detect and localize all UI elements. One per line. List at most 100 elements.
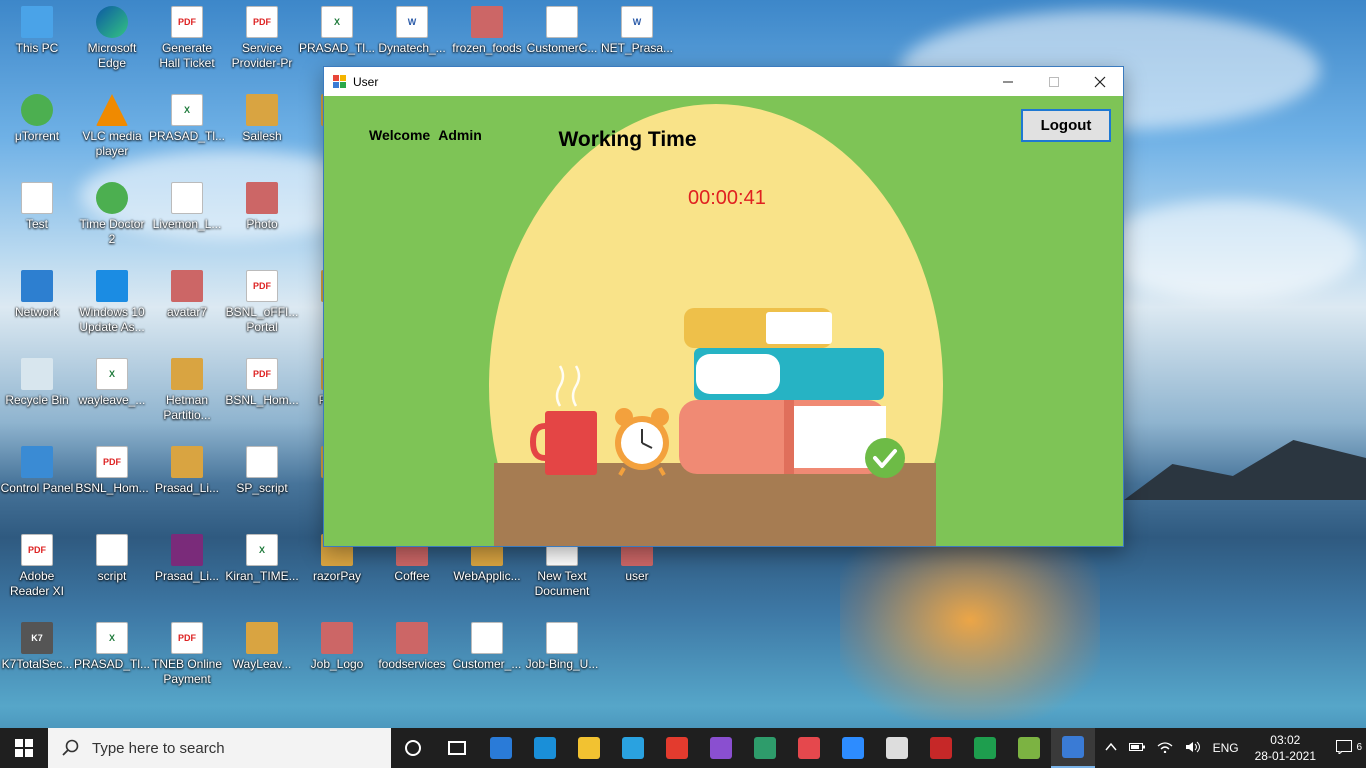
visual-studio-icon[interactable]	[699, 728, 743, 768]
app-icon[interactable]	[1007, 728, 1051, 768]
desktop-icon-label: Customer_...	[452, 657, 522, 671]
desktop-icon[interactable]: PDF TNEB Online Payment	[150, 616, 224, 700]
edge-icon[interactable]	[523, 728, 567, 768]
show-hidden-icons-button[interactable]	[1099, 741, 1123, 755]
desktop-icon-label: razorPay	[312, 569, 362, 583]
desktop-icon[interactable]: WayLeav...	[225, 616, 299, 700]
volume-icon[interactable]	[1179, 741, 1207, 756]
window-client-area: Welcome Admin Working Time 00:00:41 Logo…	[324, 96, 1123, 546]
desktop-icon[interactable]: Job-Bing_U...	[525, 616, 599, 700]
desktop-icon-label: Kiran_TIME...	[225, 569, 299, 583]
app-icon[interactable]	[919, 728, 963, 768]
desktop-icon[interactable]: X Kiran_TIME...	[225, 528, 299, 612]
desktop-icon[interactable]: script	[75, 528, 149, 612]
desktop-icon[interactable]: Xwayleave_...	[75, 352, 149, 436]
close-button[interactable]	[1077, 67, 1123, 96]
desktop-icon-label: Generate Hall Ticket	[159, 41, 215, 70]
desktop-icon[interactable]: Prasad_Li...	[150, 528, 224, 612]
search-icon	[62, 739, 79, 756]
desktop-icon[interactable]: PDF BSNL_Hom...	[75, 440, 149, 524]
desktop-icon[interactable]: avatar7	[150, 264, 224, 348]
desktop-icon-label: Prasad_Li...	[154, 569, 220, 583]
vlc-file-icon	[96, 94, 128, 126]
app-window[interactable]: User Welcome Admin Working Time 00:00:41…	[323, 66, 1124, 547]
desktop-icon[interactable]: This PC	[0, 0, 74, 84]
battery-icon[interactable]	[1123, 741, 1151, 755]
desktop-icon[interactable]: Prasad_Li...	[150, 440, 224, 524]
desktop-icon[interactable]: X PRASAD_Tl...	[148, 88, 226, 172]
desktop-icon[interactable]: VLC media player	[75, 88, 149, 172]
gen-file-icon	[246, 94, 278, 126]
desktop-icon[interactable]: Sailesh	[225, 88, 299, 172]
desktop-icon-label: VLC media player	[82, 129, 142, 158]
time-doctor-icon[interactable]	[787, 728, 831, 768]
task-view-icon[interactable]	[435, 728, 479, 768]
desktop-icon[interactable]: Photo	[225, 176, 299, 260]
desktop-icon[interactable]: Windows 10 Update As...	[75, 264, 149, 348]
desktop-icon[interactable]: PDF Adobe Reader XI	[0, 528, 74, 612]
user-app-icon[interactable]	[1051, 728, 1095, 768]
desktop-icon[interactable]: Recycle Bin	[0, 352, 74, 436]
wifi-icon[interactable]	[1151, 741, 1179, 756]
timer-display: 00:00:41	[688, 187, 766, 209]
taskbar-search[interactable]: Type here to search	[48, 728, 391, 768]
notification-count: 6	[1356, 741, 1362, 753]
pdf-file-icon: PDF	[96, 446, 128, 478]
desktop-icon[interactable]: Microsoft Edge	[75, 0, 149, 84]
checkmark-icon	[865, 438, 905, 478]
desktop-icon[interactable]: Test	[0, 176, 74, 260]
desktop-icon[interactable]: Time Doctor 2	[75, 176, 149, 260]
xls-file-icon: X	[171, 94, 203, 126]
pdf-file-icon: PDF	[246, 6, 278, 38]
desktop-icon[interactable]: PDF BSNL_Hom...	[225, 352, 299, 436]
txt-file-icon	[546, 6, 578, 38]
txt-file-icon	[546, 622, 578, 654]
desktop-icon[interactable]: Job_Logo	[300, 616, 374, 700]
desktop-icon[interactable]: Customer_...	[450, 616, 524, 700]
desktop-icon[interactable]: Control Panel	[0, 440, 74, 524]
mail-icon[interactable]	[479, 728, 523, 768]
store-icon[interactable]	[611, 728, 655, 768]
desktop-icon-label: Microsoft Edge	[87, 41, 137, 70]
desktop-icon[interactable]: Network	[0, 264, 74, 348]
time-doctor-icon-glyph	[798, 737, 820, 759]
pycharm-icon[interactable]	[963, 728, 1007, 768]
desktop-icon-label: New Text Document	[534, 569, 590, 598]
desktop-icon-label: wayleave_...	[78, 393, 146, 407]
xls-file-icon: X	[246, 534, 278, 566]
desktop-icon[interactable]: PDF Service Provider-Pr	[225, 0, 299, 84]
zoom-icon[interactable]	[831, 728, 875, 768]
pdf-file-icon: PDF	[171, 622, 203, 654]
maximize-button[interactable]	[1031, 67, 1077, 96]
desktop-icon-label: foodservices	[378, 657, 446, 671]
desktop-icon[interactable]: K7 K7TotalSec...	[0, 616, 74, 700]
desktop-icon-label: BSNL_oFFI... Portal	[225, 305, 299, 334]
desktop-icon[interactable]: μTorrent	[0, 88, 74, 172]
desktop-icon-label: PRASAD_Tl...	[148, 129, 226, 143]
desktop-icon[interactable]: X PRASAD_Tl...	[74, 616, 150, 700]
logout-button[interactable]: Logout	[1021, 109, 1111, 142]
app-icon[interactable]	[743, 728, 787, 768]
language-indicator[interactable]: ENG	[1207, 741, 1245, 755]
cortana-icon[interactable]	[391, 728, 435, 768]
file-explorer-icon[interactable]	[567, 728, 611, 768]
doc-file-icon: W	[621, 6, 653, 38]
desktop-icon[interactable]: PDF Generate Hall Ticket	[150, 0, 224, 84]
desktop-icon[interactable]: SP_script	[225, 440, 299, 524]
notification-center-button[interactable]: 6	[1326, 739, 1366, 757]
desktop-icon-label: Photo	[246, 217, 278, 231]
desktop-icon[interactable]: Livemon_L...	[150, 176, 224, 260]
desktop-icon[interactable]: foodservices	[375, 616, 449, 700]
desktop-icon[interactable]: Hetman Partitio...	[150, 352, 224, 436]
xls-file-icon: X	[96, 358, 128, 390]
chrome-icon[interactable]	[655, 728, 699, 768]
k7-file-icon: K7	[21, 622, 53, 654]
desktop-icon[interactable]: PDF BSNL_oFFI... Portal	[225, 264, 299, 348]
desktop-icon-label: Recycle Bin	[5, 393, 69, 407]
start-button[interactable]	[0, 728, 48, 768]
window-titlebar[interactable]: User	[324, 67, 1123, 96]
app-icon[interactable]	[875, 728, 919, 768]
desktop-icon-label: Network	[14, 305, 59, 319]
taskbar-clock[interactable]: 03:02 28-01-2021	[1245, 732, 1326, 764]
minimize-button[interactable]	[985, 67, 1031, 96]
